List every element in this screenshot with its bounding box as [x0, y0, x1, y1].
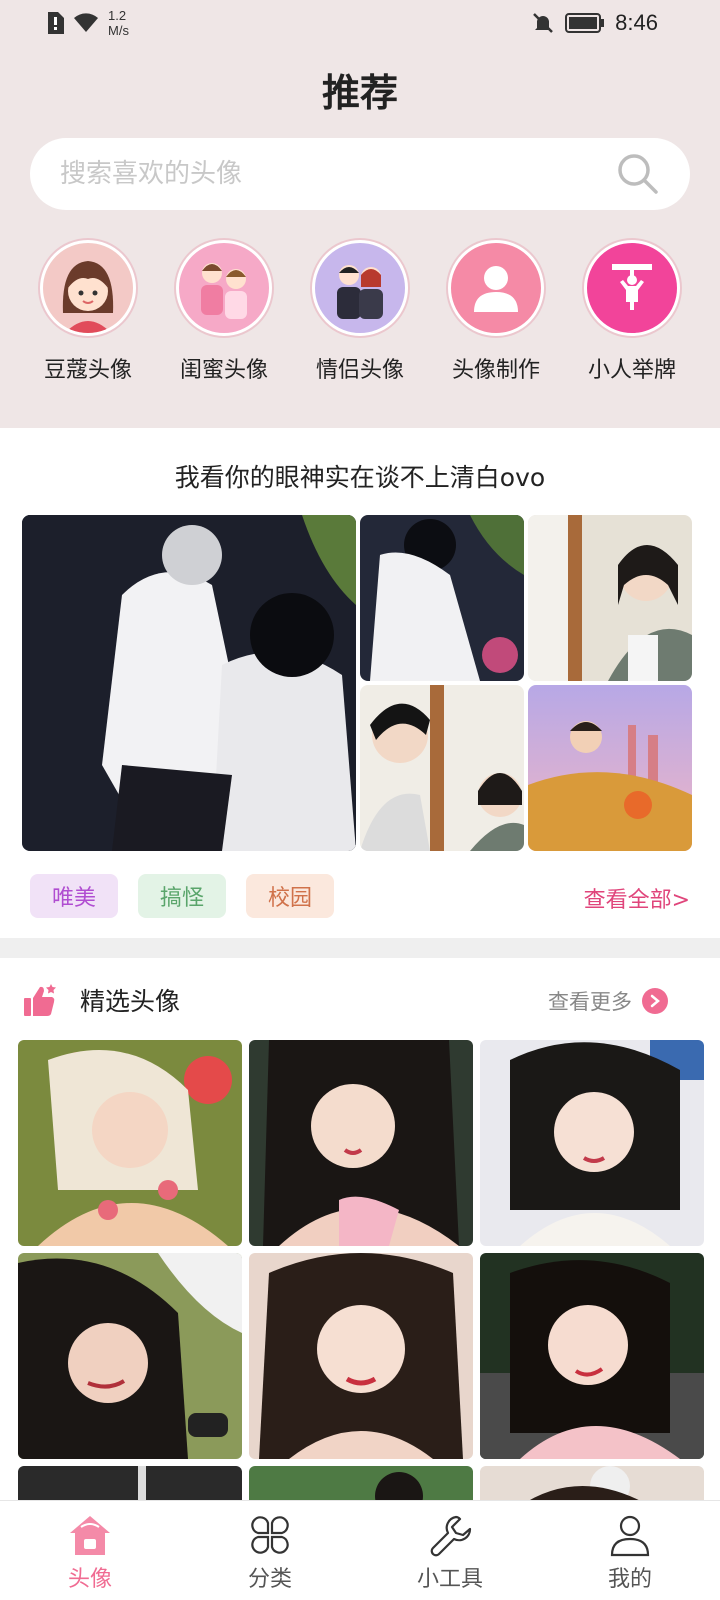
category-couple[interactable]: 情侣头像 — [292, 240, 428, 384]
chevron-right-icon — [642, 988, 668, 1014]
banner-collage[interactable] — [22, 515, 700, 851]
tab-avatar[interactable]: 头像 — [0, 1501, 180, 1600]
search-input[interactable] — [60, 159, 616, 189]
person-icon — [448, 240, 544, 336]
view-more-label: 查看更多 — [548, 990, 632, 1014]
user-icon — [610, 1515, 650, 1557]
category-sign-person[interactable]: 小人举牌 — [564, 240, 700, 384]
collage-photo[interactable] — [360, 515, 524, 681]
clock: 8:46 — [615, 10, 658, 35]
tag-chip[interactable]: 唯美 — [30, 874, 118, 918]
category-label: 小人举牌 — [587, 358, 676, 383]
alert-sim-icon — [48, 12, 64, 34]
category-avatar-maker[interactable]: 头像制作 — [428, 240, 564, 384]
category-label: 豆蔻头像 — [43, 358, 132, 383]
banner-title: 我看你的眼神实在谈不上清白ovo — [174, 463, 546, 492]
category-label: 头像制作 — [451, 358, 540, 383]
view-more-link[interactable]: 查看更多 — [548, 986, 668, 1016]
tab-label: 小工具 — [416, 1567, 483, 1592]
bottom-tab-bar: 头像 分类 小工具 我的 — [0, 1500, 720, 1600]
tab-label: 头像 — [67, 1567, 112, 1592]
category-icon — [251, 1516, 289, 1554]
mute-bell-icon — [533, 13, 554, 33]
banner-tags: 唯美 搞怪 校园 — [30, 874, 334, 918]
category-label: 情侣头像 — [315, 358, 404, 383]
tag-chip[interactable]: 搞怪 — [138, 874, 226, 918]
avatar-thumbnail[interactable] — [249, 1253, 473, 1459]
section-divider — [0, 938, 720, 958]
collage-photo[interactable] — [360, 685, 524, 851]
avatar-thumbnail[interactable] — [249, 1040, 473, 1246]
search-bar[interactable] — [30, 138, 690, 210]
avatar-thumbnail[interactable] — [18, 1040, 242, 1246]
bestie-avatar-icon — [176, 240, 272, 336]
category-girl[interactable]: 豆蔻头像 — [20, 240, 156, 384]
page-title: 推荐 — [321, 71, 398, 115]
tab-category[interactable]: 分类 — [180, 1501, 360, 1600]
tab-tools[interactable]: 小工具 — [360, 1501, 540, 1600]
collage-photo[interactable] — [528, 515, 692, 681]
wrench-icon — [430, 1515, 472, 1557]
avatar-thumbnail[interactable] — [18, 1253, 242, 1459]
search-icon[interactable] — [616, 152, 660, 196]
tab-label: 我的 — [607, 1567, 652, 1592]
category-shortcuts: 豆蔻头像 闺蜜头像 情侣头像 头像制作 小人举牌 — [20, 240, 700, 384]
category-bestie[interactable]: 闺蜜头像 — [156, 240, 292, 384]
tag-chip[interactable]: 校园 — [246, 874, 334, 918]
thumbs-up-icon — [24, 984, 56, 1016]
category-label: 闺蜜头像 — [179, 358, 268, 383]
girl-avatar-icon — [40, 240, 136, 336]
home-icon — [70, 1516, 110, 1555]
featured-grid — [18, 1040, 704, 1506]
wifi-icon — [74, 13, 98, 32]
couple-avatar-icon — [312, 240, 408, 336]
section-title: 精选头像 — [80, 987, 181, 1016]
net-speed: 1.2 M/s — [108, 8, 129, 38]
collage-photo[interactable] — [528, 685, 692, 851]
avatar-thumbnail[interactable] — [480, 1253, 704, 1459]
sign-person-icon — [584, 240, 680, 336]
avatar-thumbnail[interactable] — [480, 1040, 704, 1246]
header-curve — [0, 398, 720, 428]
tab-label: 分类 — [247, 1567, 292, 1592]
battery-icon — [565, 13, 605, 33]
status-bar: 1.2 M/s 8:46 — [0, 0, 720, 48]
view-all-link[interactable]: 查看全部> — [584, 882, 690, 914]
collage-photo[interactable] — [22, 515, 356, 851]
tab-mine[interactable]: 我的 — [540, 1501, 720, 1600]
